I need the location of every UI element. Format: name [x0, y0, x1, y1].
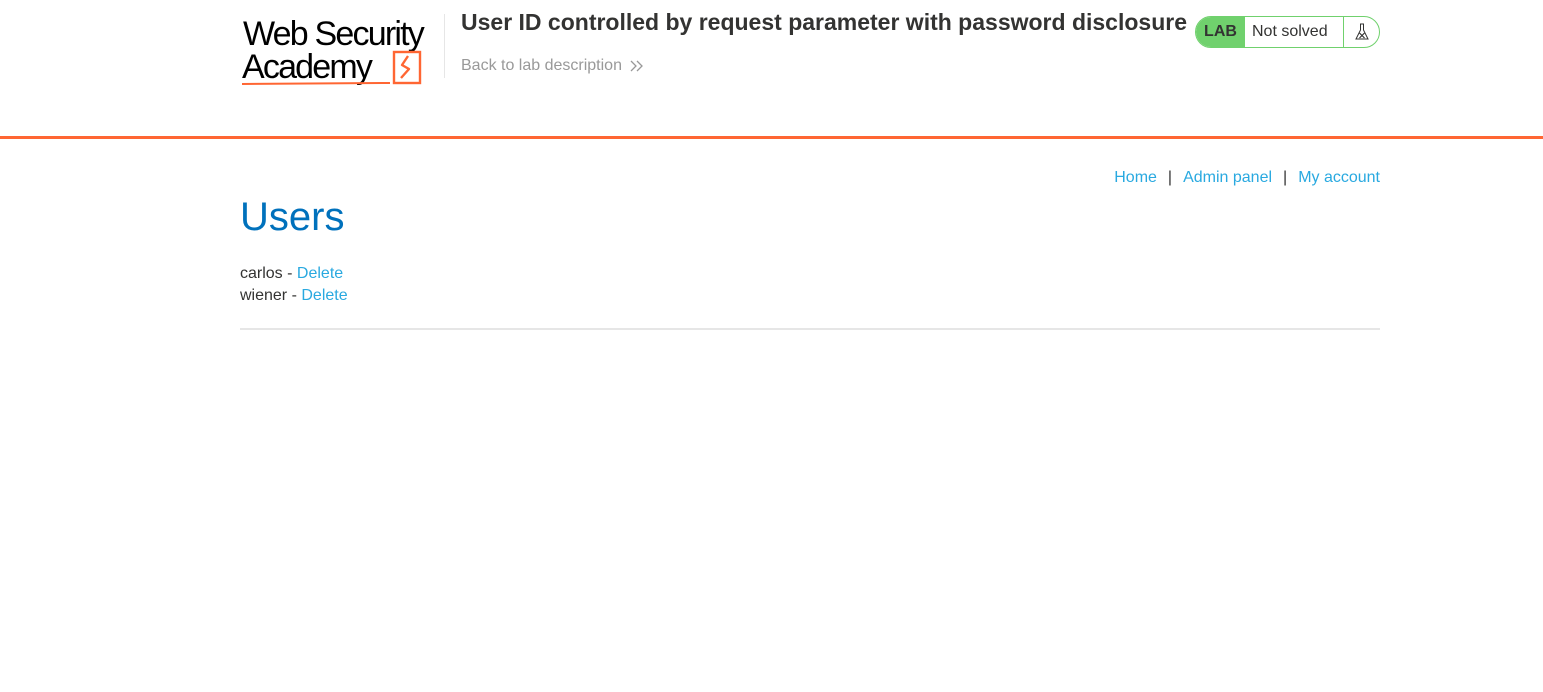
user-list: carlos - Delete wiener - Delete [240, 263, 348, 307]
page-title: Users [240, 195, 345, 239]
user-name: carlos [240, 265, 283, 282]
delete-user-link[interactable]: Delete [301, 287, 347, 304]
back-link-label: Back to lab description [461, 57, 622, 74]
list-item: wiener - Delete [240, 285, 348, 307]
back-to-lab-description-link[interactable]: Back to lab description [461, 57, 644, 75]
top-navigation: Home | Admin panel | My account [1114, 169, 1380, 187]
lab-badge: LAB [1196, 17, 1245, 47]
lab-status-widget: LAB Not solved [1195, 16, 1380, 48]
home-link[interactable]: Home [1114, 169, 1157, 187]
logo-line2: Academy [242, 48, 373, 86]
user-dash: - [291, 287, 297, 304]
flask-icon [1343, 17, 1379, 47]
user-dash: - [287, 265, 293, 282]
double-chevron-right-icon [630, 60, 643, 72]
user-name: wiener [240, 287, 288, 304]
admin-panel-link[interactable]: Admin panel [1183, 169, 1272, 187]
lab-header: Web Security Academy User ID controlled … [0, 0, 1543, 139]
nav-separator: | [1283, 169, 1288, 186]
list-item: carlos - Delete [240, 263, 348, 285]
content-divider [240, 328, 1380, 330]
logo-divider [444, 14, 445, 78]
lab-title: User ID controlled by request parameter … [461, 9, 1187, 35]
web-security-academy-logo[interactable]: Web Security Academy [240, 12, 444, 88]
my-account-link[interactable]: My account [1298, 169, 1380, 187]
lab-status-text: Not solved [1252, 23, 1328, 40]
delete-user-link[interactable]: Delete [297, 265, 343, 282]
nav-separator: | [1167, 169, 1173, 186]
